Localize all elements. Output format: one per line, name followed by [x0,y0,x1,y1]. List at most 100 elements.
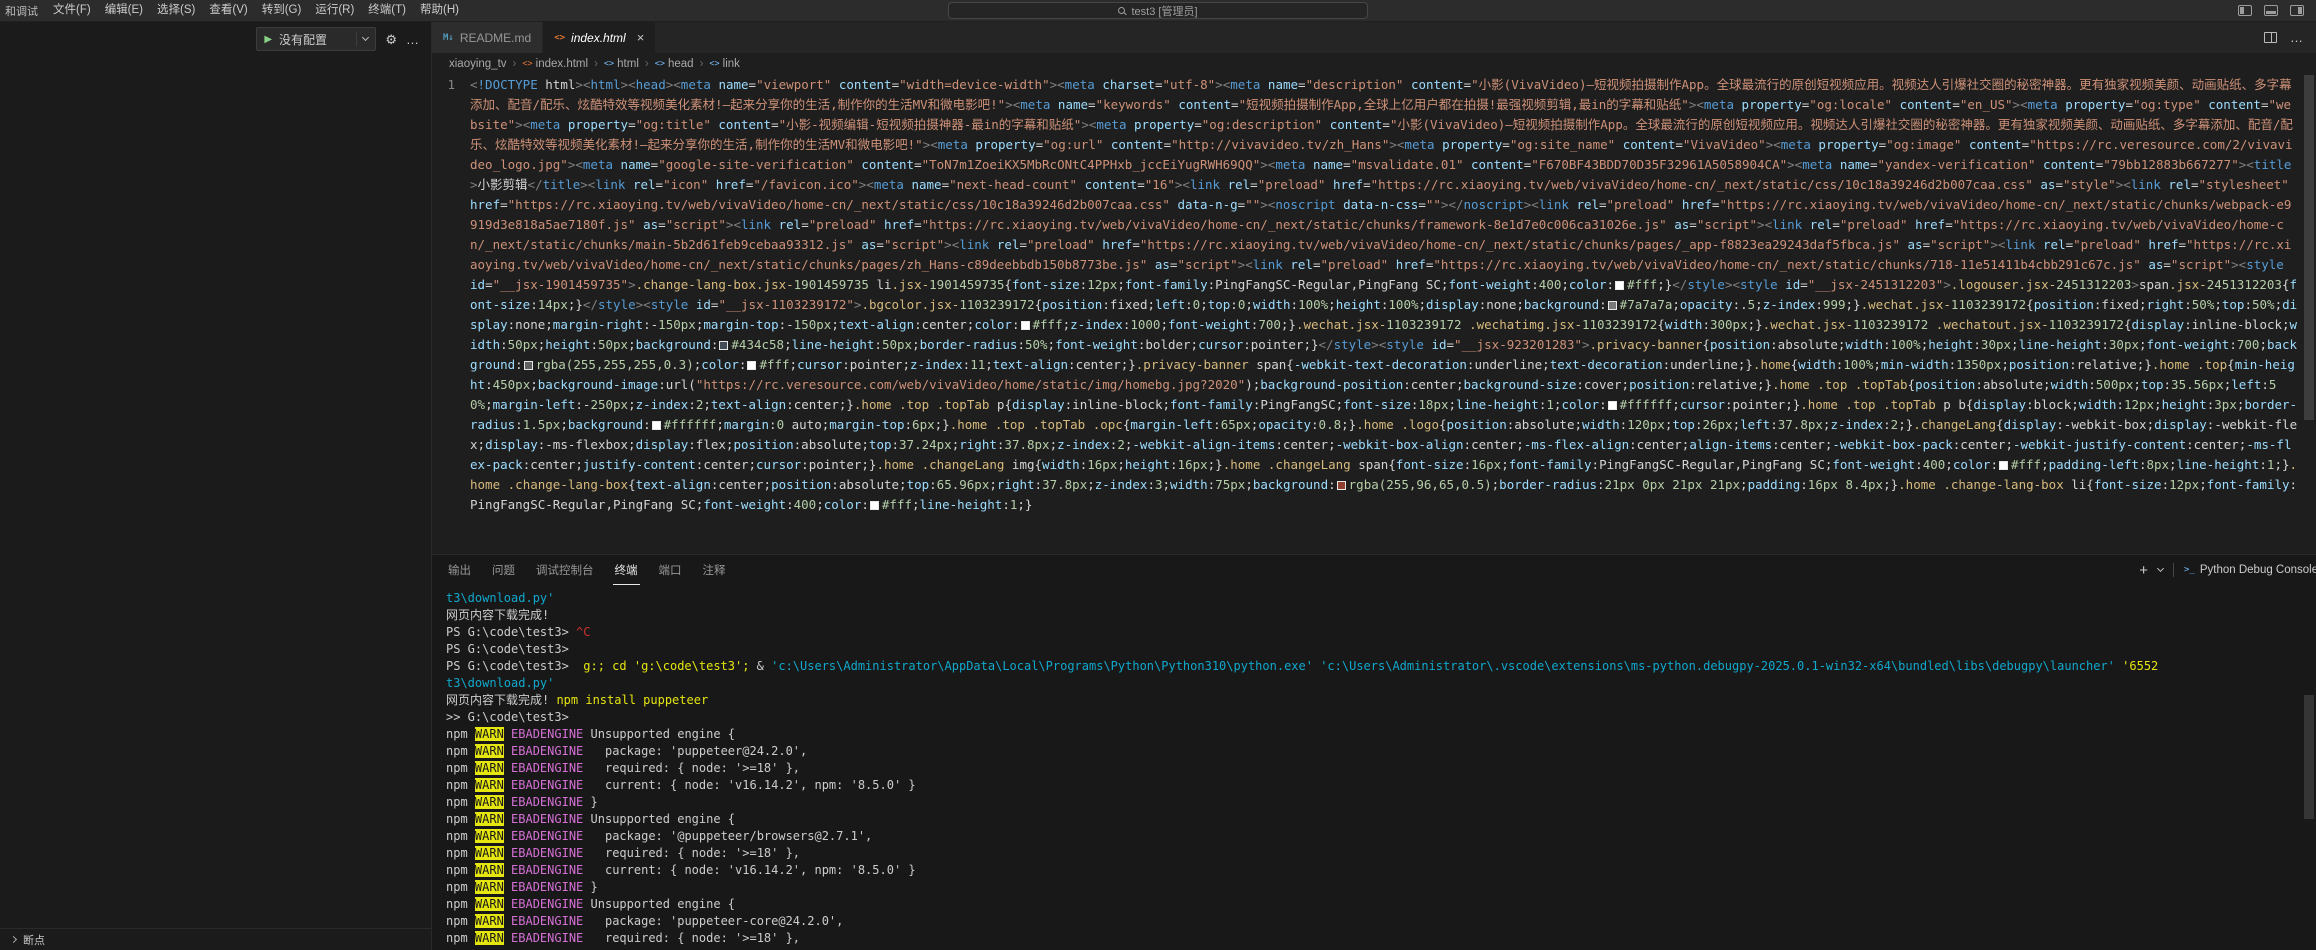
menu-item-5[interactable]: 运行(R) [308,0,361,21]
dropdown-divider [356,32,358,46]
tab-index.html[interactable]: <> index.html × [543,22,657,53]
chevron-right-icon: › [512,58,517,70]
html-file-icon: <> [554,32,566,43]
breadcrumb-label: xiaoying_tv [449,58,507,70]
symbol-tag-icon: <> [654,59,665,69]
terminal-line: npm WARN EBADENGINE Unsupported engine { [446,897,736,911]
search-icon [1118,7,1126,14]
html-file-icon: <> [522,59,533,69]
terminal-line: npm WARN EBADENGINE Unsupported engine { [446,812,736,826]
breadcrumb-item-html[interactable]: <> html [604,58,639,70]
menu-item-4[interactable]: 转到(G) [255,0,309,21]
run-config-label: 没有配置 [279,32,328,47]
panel-tab-端口[interactable]: 端口 [657,555,684,585]
terminal-list-item[interactable]: >_ Python Debug Console [2184,564,2316,576]
menu-item-0[interactable]: 文件(F) [46,0,98,21]
terminal-line: npm WARN EBADENGINE package: 'puppeteer-… [446,914,844,928]
code-content[interactable]: <!DOCTYPE html><html><head><meta name="v… [470,75,2316,554]
line-number: 1 [447,77,455,92]
new-terminal-icon[interactable]: + [2139,563,2148,578]
panel-actions: + >_ Python Debug Console [2139,563,2316,578]
close-icon[interactable]: × [637,31,645,44]
breadcrumb-label: index.html [535,58,589,70]
terminal-list-label: Python Debug Console [2199,564,2316,576]
more-actions-icon[interactable]: … [2290,31,2303,44]
sidebar-body [0,56,431,928]
panel-tab-注释[interactable]: 注释 [701,555,728,585]
menu-item-3[interactable]: 查看(V) [202,0,254,21]
terminal-line: npm WARN EBADENGINE } [446,795,598,809]
breadcrumb-label: link [722,58,740,70]
menu-item-1[interactable]: 编辑(E) [98,0,150,21]
chevron-down-icon[interactable] [362,33,370,42]
start-debug-icon[interactable]: ▶ [264,34,272,45]
title-bar: 和调试 文件(F) 编辑(E) 选择(S) 查看(V) 转到(G) 运行(R) 终端(T) 帮… [0,0,2316,22]
command-center-title: test3 [管理员] [1131,5,1198,18]
line-number-gutter: 1 [432,75,470,554]
panel-tab-调试控制台[interactable]: 调试控制台 [534,555,596,585]
terminal-line: npm WARN EBADENGINE } [446,880,598,894]
editor-tabs: M↓ README.md <> index.html × [432,22,657,53]
tab-label: README.md [459,30,532,45]
toggle-secondary-sidebar-icon[interactable] [2290,5,2304,16]
command-center[interactable]: test3 [管理员] [948,2,1368,19]
terminal-line: npm WARN EBADENGINE Unsupported engine { [446,727,736,741]
breadcrumb-label: html [617,58,639,70]
editor-actions: … [2264,22,2316,53]
launch-profile-chevron-icon[interactable] [2156,564,2165,573]
panel-tab-输出[interactable]: 输出 [446,555,473,585]
breakpoints-section-header[interactable]: 断点 [0,928,431,950]
terminal-output[interactable]: t3\download.py' 网页内容下载完成! PS G:\code\test3… [432,585,2316,950]
debug-toolbar: ▶ 没有配置 ⚙ … [0,22,431,56]
panel-tabs: 输出 问题 调试控制台 终端 端口 注释 [446,555,745,585]
markdown-file-icon: M↓ [443,32,454,43]
menu-item-2[interactable]: 选择(S) [150,0,202,21]
more-actions-icon[interactable]: … [406,33,419,46]
tab-README.md[interactable]: M↓ README.md [432,22,544,53]
terminal-line: PS G:\code\test3> ^C [446,625,591,639]
toggle-panel-icon[interactable] [2264,5,2278,16]
chevron-right-icon: › [699,58,704,70]
panel-header: 输出 问题 调试控制台 终端 端口 注释 + >_ Python Debug Consol… [432,555,2316,585]
chevron-right-icon: › [644,58,649,70]
menu-item-7[interactable]: 帮助(H) [413,0,466,21]
terminal-line: npm WARN EBADENGINE current: { node: 'v1… [446,778,916,792]
editor-tab-bar: M↓ README.md <> index.html × … [432,22,2316,53]
terminal-line: npm WARN EBADENGINE required: { node: '>… [446,931,801,945]
terminal-line: PS G:\code\test3> [446,642,577,656]
breadcrumb-item-xiaoying_tv[interactable]: xiaoying_tv [449,58,507,70]
breadcrumb-label: head [667,58,694,70]
layout-controls [2238,5,2316,16]
toggle-sidebar-icon[interactable] [2238,5,2252,16]
code-editor[interactable]: 1 <!DOCTYPE html><html><head><meta name=… [432,75,2316,554]
breadcrumb-item-head[interactable]: <> head [655,58,694,70]
breadcrumb-item-link[interactable]: <> link [709,58,740,70]
terminal-line: npm WARN EBADENGINE current: { node: 'v1… [446,863,916,877]
terminal-line: PS G:\code\test3> g:; cd 'g:\code\test3'… [446,659,2159,673]
terminal-line: npm WARN EBADENGINE required: { node: '>… [446,761,801,775]
panel-tab-问题[interactable]: 问题 [490,555,517,585]
terminal-line: npm WARN EBADENGINE required: { node: '>… [446,846,801,860]
panel-tab-终端[interactable]: 终端 [612,555,640,585]
gear-icon[interactable]: ⚙ [385,33,397,46]
editor-group: M↓ README.md <> index.html × … xiaoying_tv › <… [432,22,2316,950]
terminal-line: npm WARN EBADENGINE package: '@puppeteer… [446,829,873,843]
run-config-dropdown[interactable]: ▶ 没有配置 [256,27,377,51]
symbol-tag-icon: <> [709,59,720,69]
menu-bar: 文件(F) 编辑(E) 选择(S) 查看(V) 转到(G) 运行(R) 终端(T) 帮助(H) [46,0,466,21]
split-editor-icon[interactable] [2264,32,2277,43]
scrollbar-thumb[interactable] [2304,75,2314,420]
vscode-window: 和调试 文件(F) 编辑(E) 选择(S) 查看(V) 转到(G) 运行(R) 终端(T) 帮… [0,0,2316,950]
breadcrumb: xiaoying_tv › <> index.html › <> html › <> head › <… [432,53,2316,75]
chevron-right-icon [9,935,18,944]
breadcrumb-item-index.html[interactable]: <> index.html [522,58,588,70]
terminal-scrollbar[interactable] [2304,694,2314,819]
terminal-line: t3\download.py' [446,591,555,605]
tab-label: index.html [571,30,626,45]
bottom-panel: 输出 问题 调试控制台 终端 端口 注释 + >_ Python Debug Consol… [432,554,2316,950]
menu-item-6[interactable]: 终端(T) [361,0,413,21]
terminal-line: 网页内容下载完成! npm install puppeteer [446,693,709,707]
editor-scrollbar[interactable] [2302,75,2316,554]
debug-console-icon: >_ [2184,565,2195,575]
divider [2173,563,2174,577]
